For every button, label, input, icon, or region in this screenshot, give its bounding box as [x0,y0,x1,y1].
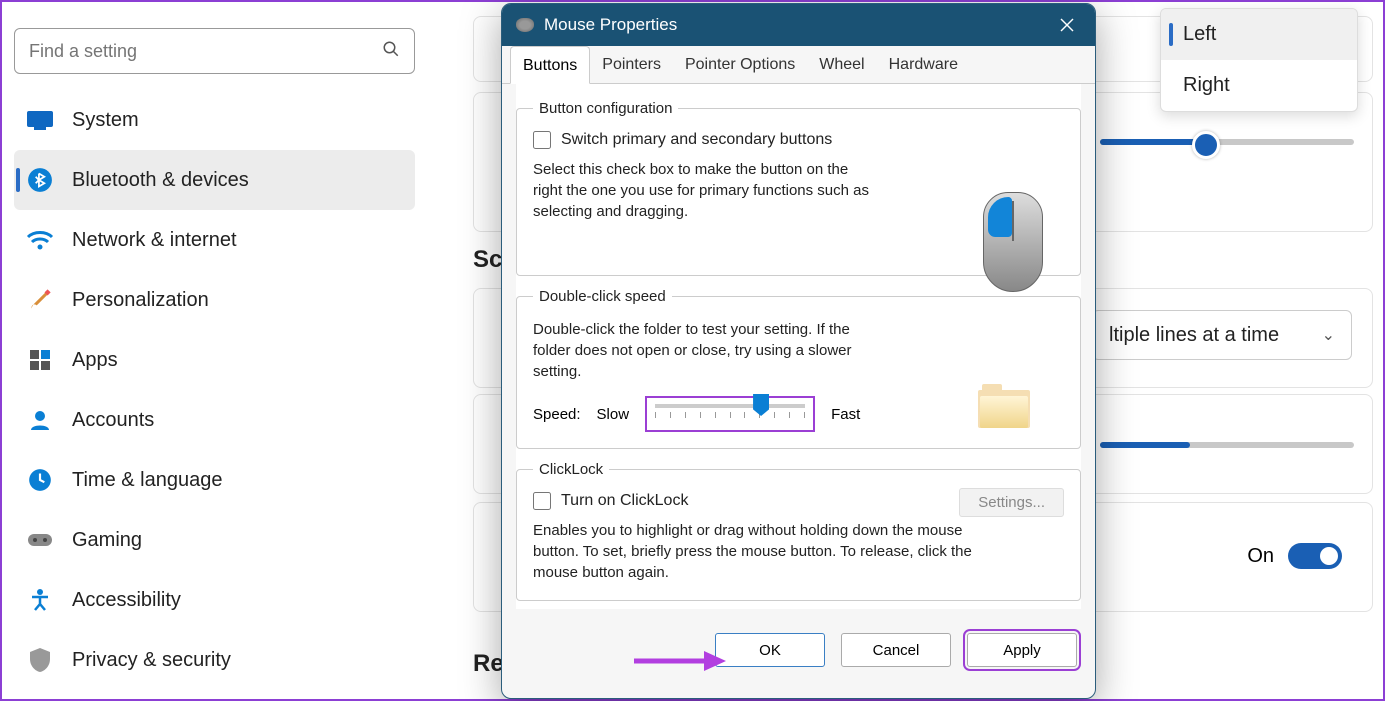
sidebar-item-label: Privacy & security [72,649,231,672]
settings-sidebar: System Bluetooth & devices Network & int… [2,2,427,699]
scroll-inactive-toggle-row: On [1092,526,1352,586]
dialog-button-row: OK Cancel Apply [502,619,1095,681]
switch-buttons-description: Select this check box to make the button… [533,159,873,222]
legend-double-click: Double-click speed [533,288,672,305]
legend-clicklock: ClickLock [533,461,609,478]
tab-buttons[interactable]: Buttons [510,46,590,84]
search-box[interactable] [14,28,415,74]
sidebar-item-label: Gaming [72,529,142,552]
sidebar-item-accessibility[interactable]: Accessibility [14,570,415,630]
legend-button-config: Button configuration [533,100,678,117]
cancel-button[interactable]: Cancel [841,633,951,667]
sidebar-item-label: Time & language [72,469,222,492]
accessibility-icon [26,586,54,614]
dialog-titlebar[interactable]: Mouse Properties [502,4,1095,46]
tab-hardware[interactable]: Hardware [877,46,970,83]
apply-button[interactable]: Apply [967,633,1077,667]
sidebar-item-label: Apps [72,349,118,372]
close-button[interactable] [1047,4,1087,46]
clicklock-label: Turn on ClickLock [561,492,688,510]
sidebar-item-time-language[interactable]: Time & language [14,450,415,510]
primary-button-popup: Left Right [1160,8,1358,112]
sidebar-item-privacy-security[interactable]: Privacy & security [14,630,415,690]
shield-icon [26,646,54,674]
dialog-title: Mouse Properties [544,15,677,35]
sidebar-item-personalization[interactable]: Personalization [14,270,415,330]
clicklock-checkbox[interactable] [533,492,551,510]
group-clicklock: ClickLock Turn on ClickLock Settings... … [516,461,1081,601]
mouse-icon [516,18,534,32]
scroll-mode-dropdown[interactable]: ltiple lines at a time ⌄ [1092,310,1352,360]
popup-option-left[interactable]: Left [1161,9,1357,60]
system-icon [26,106,54,134]
person-icon [26,406,54,434]
double-click-slider[interactable] [655,404,805,408]
search-icon [382,40,400,63]
sidebar-item-network[interactable]: Network & internet [14,210,415,270]
sidebar-item-label: Bluetooth & devices [72,169,249,192]
toggle-label: On [1247,545,1274,568]
sidebar-item-apps[interactable]: Apps [14,330,415,390]
double-click-slider-highlight [645,396,815,432]
wifi-icon [26,226,54,254]
group-double-click-speed: Double-click speed Double-click the fold… [516,288,1081,449]
speed-label: Speed: [533,406,581,423]
clock-globe-icon [26,466,54,494]
lines-to-scroll-slider[interactable] [1100,442,1354,448]
clicklock-settings-button: Settings... [959,488,1064,517]
chevron-down-icon: ⌄ [1322,325,1335,345]
paintbrush-icon [26,286,54,314]
ok-button[interactable]: OK [715,633,825,667]
gamepad-icon [26,526,54,554]
sidebar-item-label: Personalization [72,289,209,312]
sidebar-item-label: Network & internet [72,229,237,252]
popup-option-right[interactable]: Right [1161,60,1357,111]
sidebar-item-bluetooth-devices[interactable]: Bluetooth & devices [14,150,415,210]
switch-buttons-row[interactable]: Switch primary and secondary buttons [533,131,1064,149]
tab-pointers[interactable]: Pointers [590,46,673,83]
sidebar-item-label: Accessibility [72,589,181,612]
section-heading-related: Re [473,650,504,678]
mouse-illustration [979,192,1047,300]
switch-buttons-checkbox[interactable] [533,131,551,149]
sidebar-item-accounts[interactable]: Accounts [14,390,415,450]
bluetooth-icon [26,166,54,194]
sidebar-item-label: Accounts [72,409,154,432]
dialog-tabs: Buttons Pointers Pointer Options Wheel H… [502,46,1095,84]
mouse-properties-dialog: Mouse Properties Buttons Pointers Pointe… [501,3,1096,699]
double-click-description: Double-click the folder to test your set… [533,319,873,382]
apps-icon [26,346,54,374]
switch-buttons-label: Switch primary and secondary buttons [561,131,832,149]
sidebar-item-system[interactable]: System [14,90,415,150]
cursor-speed-slider[interactable] [1100,139,1354,145]
fast-label: Fast [831,406,860,423]
search-input[interactable] [29,41,382,62]
sidebar-item-label: System [72,109,139,132]
tab-wheel[interactable]: Wheel [807,46,876,83]
dropdown-value-fragment: ltiple lines at a time [1109,324,1279,347]
slider-ticks [655,412,805,418]
sidebar-item-gaming[interactable]: Gaming [14,510,415,570]
folder-test-icon[interactable] [978,384,1030,428]
slow-label: Slow [597,406,630,423]
tab-pointer-options[interactable]: Pointer Options [673,46,807,83]
clicklock-description: Enables you to highlight or drag without… [533,520,1003,583]
toggle-switch[interactable] [1288,543,1342,569]
